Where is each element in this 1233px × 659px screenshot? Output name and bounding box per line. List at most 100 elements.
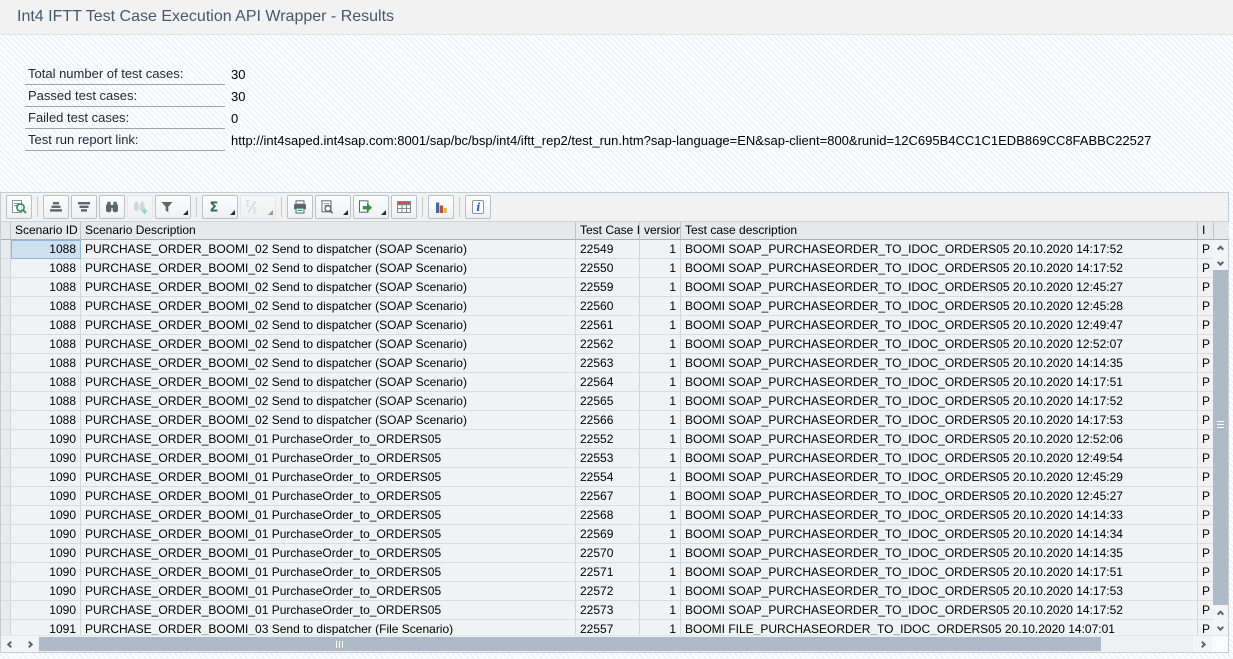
cell-scenario-description[interactable]: PURCHASE_ORDER_BOOMI_01 PurchaseOrder_to…: [81, 449, 576, 468]
cell-scenario-id[interactable]: 1090: [11, 449, 81, 468]
cell-test-case-id[interactable]: 22570: [576, 544, 640, 563]
cell-scenario-description[interactable]: PURCHASE_ORDER_BOOMI_02 Send to dispatch…: [81, 373, 576, 392]
cell-status[interactable]: P: [1198, 335, 1213, 354]
export-button[interactable]: [353, 195, 389, 219]
cell-test-case-id[interactable]: 22565: [576, 392, 640, 411]
cell-test-case-id[interactable]: 22549: [576, 240, 640, 259]
column-header-version[interactable]: version: [640, 222, 681, 240]
cell-scenario-id[interactable]: 1088: [11, 259, 81, 278]
cell-scenario-description[interactable]: PURCHASE_ORDER_BOOMI_02 Send to dispatch…: [81, 354, 576, 373]
cell-scenario-description[interactable]: PURCHASE_ORDER_BOOMI_01 PurchaseOrder_to…: [81, 487, 576, 506]
cell-version[interactable]: 1: [640, 487, 681, 506]
cell-test-case-description[interactable]: BOOMI SOAP_PURCHASEORDER_TO_IDOC_ORDERS0…: [681, 240, 1198, 259]
horizontal-scroll-track[interactable]: [39, 636, 1193, 652]
cell-scenario-id[interactable]: 1090: [11, 468, 81, 487]
cell-scenario-id[interactable]: 1090: [11, 563, 81, 582]
cell-scenario-description[interactable]: PURCHASE_ORDER_BOOMI_01 PurchaseOrder_to…: [81, 563, 576, 582]
cell-status[interactable]: P: [1198, 259, 1213, 278]
cell-version[interactable]: 1: [640, 582, 681, 601]
graphic-button[interactable]: [428, 195, 454, 219]
column-header-scenario-id[interactable]: Scenario ID: [11, 222, 81, 240]
cell-scenario-id[interactable]: 1090: [11, 430, 81, 449]
cell-scenario-description[interactable]: PURCHASE_ORDER_BOOMI_01 PurchaseOrder_to…: [81, 506, 576, 525]
cell-test-case-description[interactable]: BOOMI SOAP_PURCHASEORDER_TO_IDOC_ORDERS0…: [681, 259, 1198, 278]
cell-scenario-id[interactable]: 1090: [11, 582, 81, 601]
cell-status[interactable]: P: [1198, 525, 1213, 544]
horizontal-scrollbar[interactable]: [1, 635, 1228, 652]
scroll-right-button-end[interactable]: [1193, 636, 1212, 652]
cell-scenario-description[interactable]: PURCHASE_ORDER_BOOMI_01 PurchaseOrder_to…: [81, 525, 576, 544]
cell-test-case-id[interactable]: 22571: [576, 563, 640, 582]
cell-test-case-id[interactable]: 22553: [576, 449, 640, 468]
cell-test-case-description[interactable]: BOOMI SOAP_PURCHASEORDER_TO_IDOC_ORDERS0…: [681, 468, 1198, 487]
cell-test-case-id[interactable]: 22550: [576, 259, 640, 278]
cell-version[interactable]: 1: [640, 563, 681, 582]
column-header-selector[interactable]: [1, 222, 11, 240]
cell-scenario-description[interactable]: PURCHASE_ORDER_BOOMI_01 PurchaseOrder_to…: [81, 430, 576, 449]
cell-status[interactable]: P: [1198, 487, 1213, 506]
cell-status[interactable]: P: [1198, 278, 1213, 297]
row-selector-cell[interactable]: [1, 297, 11, 316]
cell-version[interactable]: 1: [640, 525, 681, 544]
cell-test-case-id[interactable]: 22554: [576, 468, 640, 487]
column-header-scenario-description[interactable]: Scenario Description: [81, 222, 576, 240]
row-selector-cell[interactable]: [1, 525, 11, 544]
choose-layout-button[interactable]: [391, 195, 417, 219]
column-header-test-case-description[interactable]: Test case description: [681, 222, 1198, 240]
information-button[interactable]: i: [465, 195, 491, 219]
row-selector-cell[interactable]: [1, 259, 11, 278]
cell-test-case-description[interactable]: BOOMI SOAP_PURCHASEORDER_TO_IDOC_ORDERS0…: [681, 411, 1198, 430]
cell-test-case-id[interactable]: 22573: [576, 601, 640, 620]
cell-status[interactable]: P: [1198, 411, 1213, 430]
cell-test-case-id[interactable]: 22552: [576, 430, 640, 449]
cell-status[interactable]: P: [1198, 373, 1213, 392]
cell-test-case-description[interactable]: BOOMI SOAP_PURCHASEORDER_TO_IDOC_ORDERS0…: [681, 582, 1198, 601]
cell-scenario-id[interactable]: 1090: [11, 506, 81, 525]
cell-test-case-description[interactable]: BOOMI FILE_PURCHASEORDER_TO_IDOC_ORDERS0…: [681, 620, 1198, 635]
cell-version[interactable]: 1: [640, 449, 681, 468]
cell-scenario-description[interactable]: PURCHASE_ORDER_BOOMI_02 Send to dispatch…: [81, 240, 576, 259]
vertical-scrollbar[interactable]: [1213, 240, 1228, 635]
cell-test-case-id[interactable]: 22563: [576, 354, 640, 373]
cell-test-case-description[interactable]: BOOMI SOAP_PURCHASEORDER_TO_IDOC_ORDERS0…: [681, 506, 1198, 525]
cell-test-case-description[interactable]: BOOMI SOAP_PURCHASEORDER_TO_IDOC_ORDERS0…: [681, 563, 1198, 582]
cell-status[interactable]: P: [1198, 449, 1213, 468]
cell-scenario-description[interactable]: PURCHASE_ORDER_BOOMI_02 Send to dispatch…: [81, 392, 576, 411]
cell-test-case-id[interactable]: 22557: [576, 620, 640, 635]
row-selector-cell[interactable]: [1, 468, 11, 487]
row-selector-cell[interactable]: [1, 354, 11, 373]
sort-ascending-button[interactable]: [43, 195, 69, 219]
cell-scenario-description[interactable]: PURCHASE_ORDER_BOOMI_01 PurchaseOrder_to…: [81, 601, 576, 620]
cell-scenario-id[interactable]: 1088: [11, 354, 81, 373]
views-button[interactable]: [315, 195, 351, 219]
cell-test-case-description[interactable]: BOOMI SOAP_PURCHASEORDER_TO_IDOC_ORDERS0…: [681, 297, 1198, 316]
column-header-test-case-id[interactable]: Test Case ID: [576, 222, 640, 240]
cell-status[interactable]: P: [1198, 297, 1213, 316]
cell-test-case-id[interactable]: 22569: [576, 525, 640, 544]
cell-version[interactable]: 1: [640, 620, 681, 635]
row-selector-cell[interactable]: [1, 601, 11, 620]
cell-scenario-description[interactable]: PURCHASE_ORDER_BOOMI_01 PurchaseOrder_to…: [81, 582, 576, 601]
cell-scenario-description[interactable]: PURCHASE_ORDER_BOOMI_01 PurchaseOrder_to…: [81, 468, 576, 487]
cell-test-case-id[interactable]: 22560: [576, 297, 640, 316]
row-selector-cell[interactable]: [1, 411, 11, 430]
cell-scenario-id[interactable]: 1090: [11, 487, 81, 506]
cell-test-case-description[interactable]: BOOMI SOAP_PURCHASEORDER_TO_IDOC_ORDERS0…: [681, 430, 1198, 449]
cell-test-case-id[interactable]: 22567: [576, 487, 640, 506]
cell-version[interactable]: 1: [640, 278, 681, 297]
cell-version[interactable]: 1: [640, 354, 681, 373]
find-button[interactable]: [99, 195, 125, 219]
cell-test-case-description[interactable]: BOOMI SOAP_PURCHASEORDER_TO_IDOC_ORDERS0…: [681, 335, 1198, 354]
cell-scenario-description[interactable]: PURCHASE_ORDER_BOOMI_02 Send to dispatch…: [81, 335, 576, 354]
cell-status[interactable]: P: [1198, 506, 1213, 525]
row-selector-cell[interactable]: [1, 544, 11, 563]
row-selector-cell[interactable]: [1, 506, 11, 525]
cell-test-case-description[interactable]: BOOMI SOAP_PURCHASEORDER_TO_IDOC_ORDERS0…: [681, 354, 1198, 373]
cell-status[interactable]: P: [1198, 392, 1213, 411]
row-selector-cell[interactable]: [1, 335, 11, 354]
cell-test-case-id[interactable]: 22559: [576, 278, 640, 297]
row-selector-cell[interactable]: [1, 316, 11, 335]
column-header-status[interactable]: I: [1198, 222, 1214, 240]
cell-status[interactable]: P: [1198, 240, 1213, 259]
cell-scenario-id[interactable]: 1088: [11, 335, 81, 354]
